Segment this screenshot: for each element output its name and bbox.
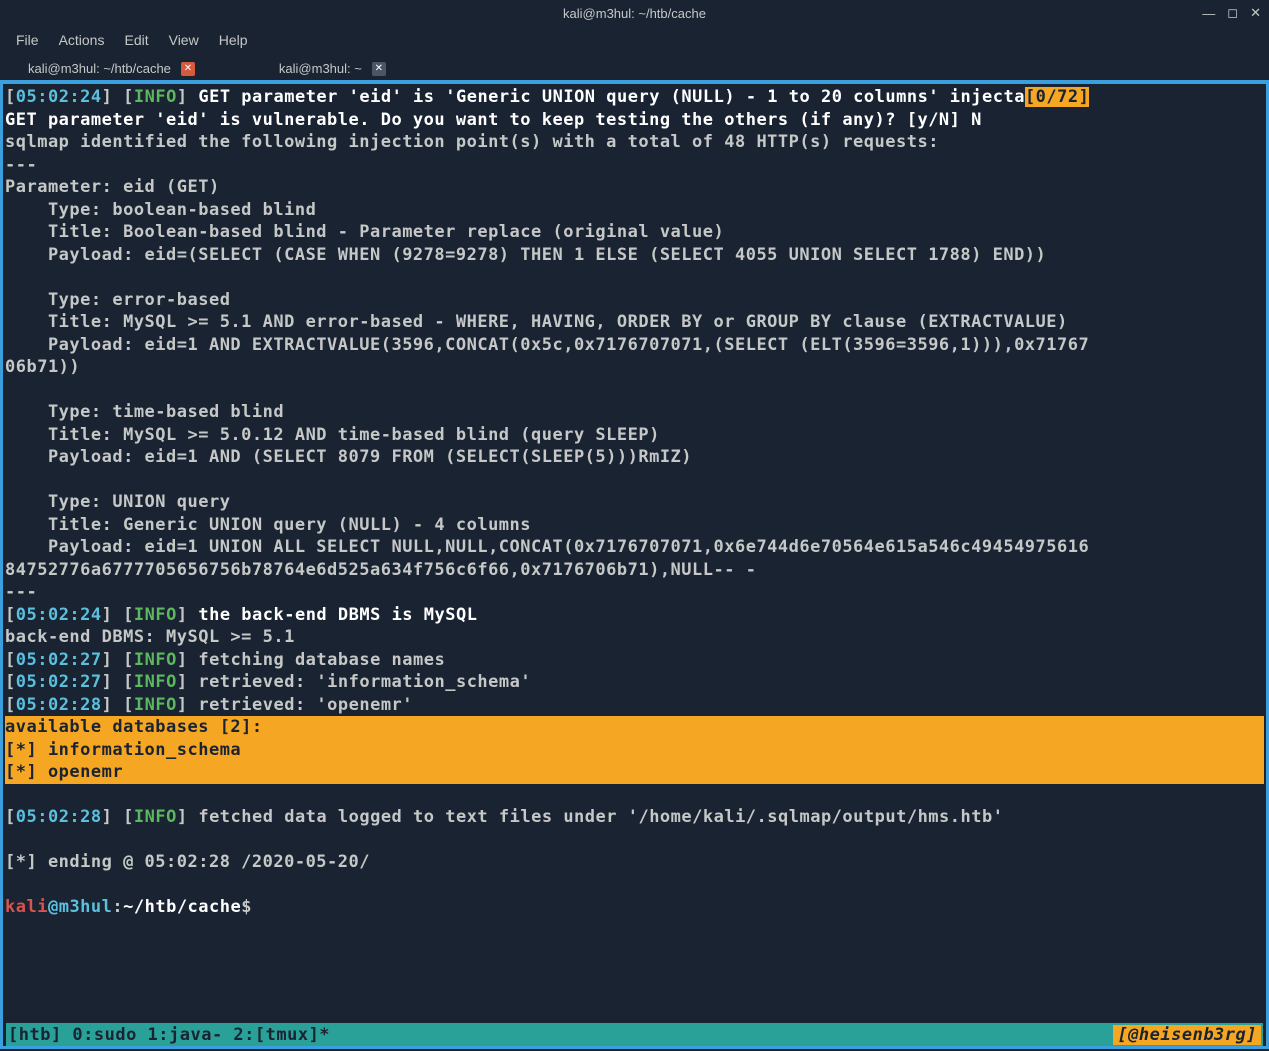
log-line: Payload: eid=1 UNION ALL SELECT NULL,NUL… <box>5 537 1089 557</box>
prompt-host: m3hul <box>59 897 113 917</box>
prompt-at: @ <box>48 897 59 917</box>
terminal-output[interactable]: [05:02:24] [INFO] GET parameter 'eid' is… <box>3 84 1266 921</box>
timestamp: 05:02:28 <box>16 695 102 715</box>
menu-actions[interactable]: Actions <box>59 32 105 48</box>
close-button[interactable]: ✕ <box>1250 5 1261 21</box>
tab-2-label: kali@m3hul: ~ <box>279 61 362 76</box>
log-level: INFO <box>134 695 177 715</box>
timestamp: 05:02:27 <box>16 650 102 670</box>
window-titlebar: kali@m3hul: ~/htb/cache — ◻ ✕ <box>0 0 1269 26</box>
log-level: INFO <box>134 87 177 107</box>
terminal-container: [05:02:24] [INFO] GET parameter 'eid' is… <box>0 82 1269 1049</box>
prompt-colon: : <box>112 897 123 917</box>
log-line: 06b71)) <box>5 357 80 377</box>
log-line: Payload: eid=1 AND EXTRACTVALUE(3596,CON… <box>5 335 1089 355</box>
log-line: sqlmap identified the following injectio… <box>5 132 939 152</box>
log-line: Payload: eid=1 AND (SELECT 8079 FROM (SE… <box>5 447 692 467</box>
db-entry: [*] information_schema <box>5 739 1264 762</box>
timestamp: 05:02:24 <box>16 87 102 107</box>
log-line: Payload: eid=(SELECT (CASE WHEN (9278=92… <box>5 245 1046 265</box>
log-level: INFO <box>134 672 177 692</box>
window-title: kali@m3hul: ~/htb/cache <box>563 6 706 21</box>
log-line: --- <box>5 582 37 602</box>
log-line: back-end DBMS: MySQL >= 5.1 <box>5 627 295 647</box>
tmux-statusbar: [htb] 0:sudo 1:java- 2:[tmux]* [@heisenb… <box>6 1023 1263 1046</box>
db-entry: [*] openemr <box>5 761 1264 784</box>
log-line: Parameter: eid (GET) <box>5 177 220 197</box>
minimize-button[interactable]: — <box>1202 6 1215 21</box>
menu-help[interactable]: Help <box>219 32 248 48</box>
log-line: Title: Boolean-based blind - Parameter r… <box>5 222 724 242</box>
menu-edit[interactable]: Edit <box>124 32 148 48</box>
log-line: Title: MySQL >= 5.1 AND error-based - WH… <box>5 312 1068 332</box>
log-line: GET parameter 'eid' is vulnerable. Do yo… <box>5 110 982 130</box>
search-counter: [0/72] <box>1025 87 1089 107</box>
log-line: [*] ending @ 05:02:28 /2020-05-20/ <box>5 852 370 872</box>
tab-2[interactable]: kali@m3hul: ~ ✕ <box>267 57 398 80</box>
tab-1[interactable]: kali@m3hul: ~/htb/cache ✕ <box>16 57 207 80</box>
tabbar: kali@m3hul: ~/htb/cache ✕ kali@m3hul: ~ … <box>0 54 1269 82</box>
tab-1-close-icon[interactable]: ✕ <box>181 62 195 76</box>
log-line: Title: MySQL >= 5.0.12 AND time-based bl… <box>5 425 660 445</box>
log-line: Type: UNION query <box>5 492 230 512</box>
window-controls: — ◻ ✕ <box>1202 5 1261 21</box>
log-level: INFO <box>134 807 177 827</box>
timestamp: 05:02:27 <box>16 672 102 692</box>
maximize-button[interactable]: ◻ <box>1227 5 1238 21</box>
prompt-path: ~/htb/cache <box>123 897 241 917</box>
tab-2-close-icon[interactable]: ✕ <box>372 62 386 76</box>
tmux-session-name: [@heisenb3rg] <box>1113 1025 1261 1045</box>
log-line: 84752776a6777705656756b78764e6d525a634f7… <box>5 560 756 580</box>
log-line: Title: Generic UNION query (NULL) - 4 co… <box>5 515 531 535</box>
log-text: fetched data logged to text files under … <box>188 807 1004 827</box>
prompt-user: kali <box>5 897 48 917</box>
log-text: retrieved: 'openemr' <box>188 695 413 715</box>
log-text: fetching database names <box>188 650 446 670</box>
log-line: --- <box>5 155 37 175</box>
log-line: Type: time-based blind <box>5 402 284 422</box>
menu-file[interactable]: File <box>16 32 39 48</box>
timestamp: 05:02:28 <box>16 807 102 827</box>
prompt-dollar: $ <box>241 897 252 917</box>
log-text: the back-end DBMS is MySQL <box>198 605 477 625</box>
log-text: retrieved: 'information_schema' <box>188 672 532 692</box>
log-level: INFO <box>134 605 177 625</box>
log-text: GET parameter 'eid' is 'Generic UNION qu… <box>198 87 1025 107</box>
menubar: File Actions Edit View Help <box>0 26 1269 54</box>
log-line: Type: error-based <box>5 290 230 310</box>
log-level: INFO <box>134 650 177 670</box>
timestamp: 05:02:24 <box>16 605 102 625</box>
db-highlight-header: available databases [2]: <box>5 716 1264 739</box>
menu-view[interactable]: View <box>169 32 199 48</box>
log-line: Type: boolean-based blind <box>5 200 316 220</box>
tmux-windows[interactable]: [htb] 0:sudo 1:java- 2:[tmux]* <box>8 1025 1113 1045</box>
tab-1-label: kali@m3hul: ~/htb/cache <box>28 61 171 76</box>
